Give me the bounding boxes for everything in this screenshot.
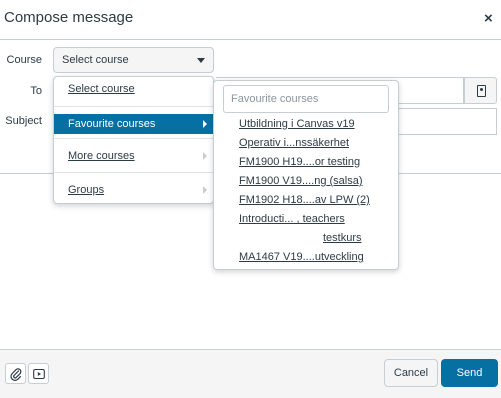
send-button[interactable]: Send bbox=[441, 359, 498, 387]
favourite-course-item[interactable]: testkurs bbox=[323, 232, 362, 244]
chevron-right-icon bbox=[203, 186, 207, 194]
media-button[interactable] bbox=[28, 363, 49, 384]
course-menu-item-more-courses[interactable]: More courses bbox=[54, 146, 213, 166]
course-menu: Select course Favourite courses More cou… bbox=[53, 76, 214, 204]
attach-button[interactable] bbox=[5, 363, 26, 384]
course-menu-item-label: Favourite courses bbox=[68, 118, 156, 130]
chevron-right-icon bbox=[203, 152, 207, 160]
favourite-course-item[interactable]: Introducti... , teachers bbox=[239, 213, 345, 225]
address-book-icon bbox=[477, 85, 486, 97]
course-menu-item-label: Groups bbox=[68, 184, 105, 196]
course-menu-item-label: More courses bbox=[68, 150, 135, 162]
media-icon bbox=[32, 368, 45, 380]
subject-label: Subject bbox=[5, 115, 42, 127]
course-menu-item-favourite-courses[interactable]: Favourite courses bbox=[54, 114, 213, 134]
address-book-button[interactable] bbox=[464, 77, 497, 104]
course-menu-item-groups[interactable]: Groups bbox=[54, 180, 213, 200]
dialog-title: Compose message bbox=[4, 9, 134, 26]
favourite-course-item[interactable]: FM1900 V19....ng (salsa) bbox=[239, 175, 363, 187]
close-icon[interactable]: × bbox=[484, 10, 493, 27]
to-label: To bbox=[30, 85, 42, 97]
favourite-course-item[interactable]: FM1900 H19....or testing bbox=[239, 156, 360, 168]
course-select-value: Select course bbox=[62, 54, 129, 66]
favourite-courses-menu: Utbildning i Canvas v19 Operativ i...nss… bbox=[213, 80, 399, 270]
cancel-button[interactable]: Cancel bbox=[384, 359, 438, 387]
caret-down-icon bbox=[197, 58, 205, 63]
favourite-courses-search-input[interactable] bbox=[223, 85, 389, 113]
menu-divider bbox=[54, 106, 213, 107]
course-label: Course bbox=[6, 54, 42, 66]
menu-divider bbox=[54, 138, 213, 139]
favourite-course-item[interactable]: Operativ i...nssäkerhet bbox=[239, 137, 349, 149]
favourite-course-item[interactable]: Utbildning i Canvas v19 bbox=[239, 118, 355, 130]
course-select[interactable]: Select course bbox=[53, 47, 214, 73]
favourite-course-item[interactable]: MA1467 V19....utveckling bbox=[239, 251, 364, 263]
paperclip-icon bbox=[9, 368, 21, 381]
chevron-right-icon bbox=[203, 120, 207, 128]
menu-divider bbox=[54, 172, 213, 173]
dialog-header: Compose message × bbox=[0, 0, 501, 40]
course-menu-item-select-course[interactable]: Select course bbox=[54, 83, 213, 95]
favourite-course-item[interactable]: FM1902 H18....av LPW (2) bbox=[239, 194, 370, 206]
